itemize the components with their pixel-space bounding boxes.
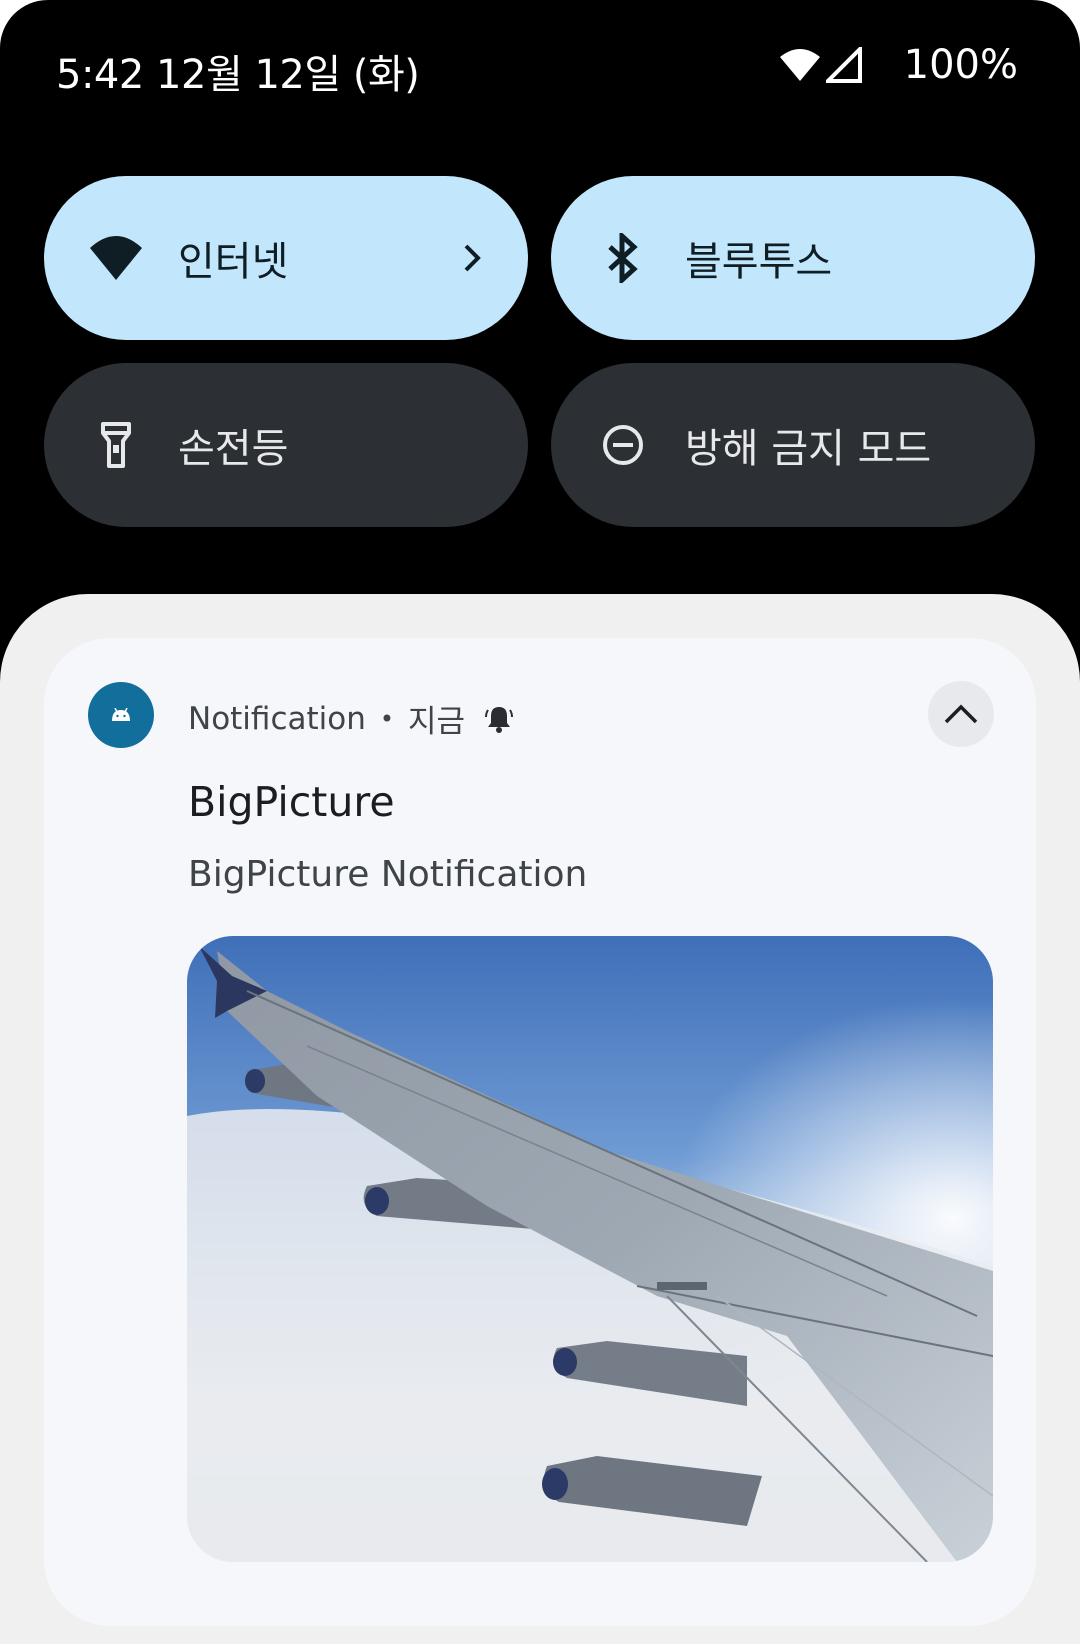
tile-flashlight-label: 손전등	[178, 426, 289, 472]
notification-text: BigPicture Notification	[188, 854, 588, 895]
notification-shade: Notification • 지금 BigPicture BigPicture …	[0, 594, 1080, 1644]
bluetooth-icon	[595, 230, 651, 286]
notification-title: BigPicture	[188, 778, 395, 826]
notification-time: 지금	[408, 704, 466, 740]
chevron-right-icon[interactable]	[462, 243, 482, 273]
android-icon	[88, 682, 154, 748]
tile-dnd-label: 방해 금지 모드	[685, 426, 932, 472]
chevron-up-icon	[943, 703, 979, 725]
notification-header: Notification • 지금	[188, 696, 514, 741]
phone-screen: 5:42 12월 12일 (화) 100% 인터넷 블루투스 손전등 방해 금지…	[0, 0, 1080, 1644]
tile-bluetooth-label: 블루투스	[685, 239, 833, 285]
collapse-button[interactable]	[928, 681, 994, 747]
wifi-icon	[88, 230, 144, 286]
status-time-date: 5:42 12월 12일 (화)	[56, 52, 420, 98]
tile-flashlight[interactable]: 손전등	[44, 363, 528, 527]
flashlight-icon	[88, 417, 144, 473]
tile-do-not-disturb[interactable]: 방해 금지 모드	[551, 363, 1035, 527]
notification-app-name: Notification	[188, 700, 366, 737]
tile-internet[interactable]: 인터넷	[44, 176, 528, 340]
tile-internet-label: 인터넷	[178, 239, 289, 285]
notification-card[interactable]: Notification • 지금 BigPicture BigPicture …	[44, 638, 1036, 1626]
do-not-disturb-icon	[595, 417, 651, 473]
battery-percent: 100%	[903, 42, 1018, 88]
tile-bluetooth[interactable]: 블루투스	[551, 176, 1035, 340]
status-icons: 100%	[778, 42, 1018, 88]
wifi-icon	[778, 47, 822, 83]
big-picture-image	[187, 936, 993, 1562]
signal-icon	[825, 47, 862, 83]
header-separator: •	[379, 704, 395, 733]
bell-icon	[485, 704, 514, 734]
